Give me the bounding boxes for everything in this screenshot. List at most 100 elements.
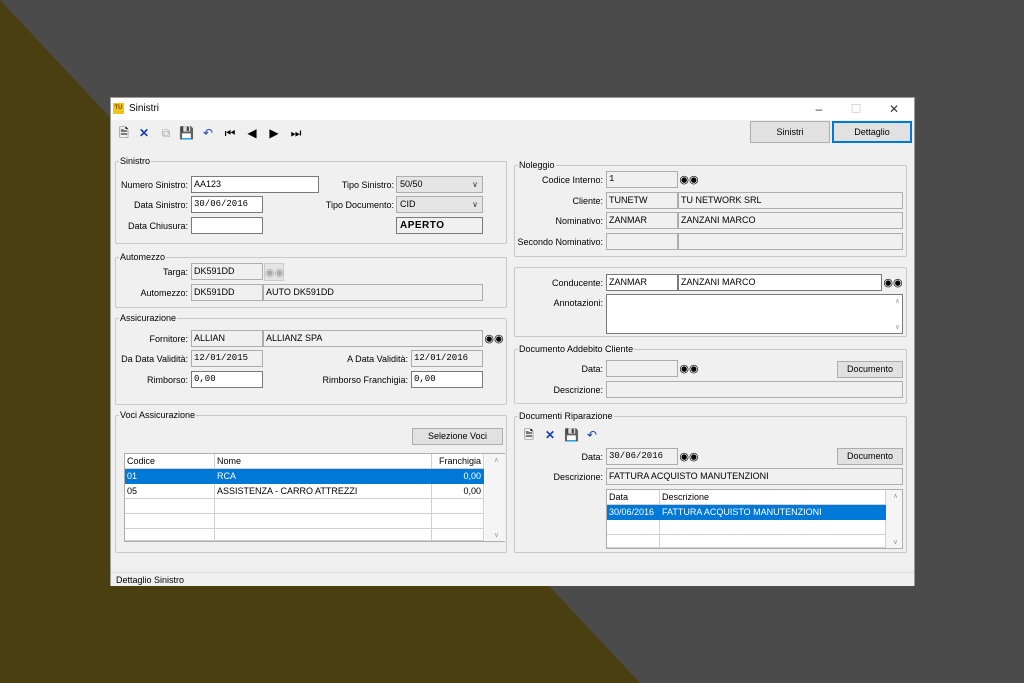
column-header-franchigia[interactable]: Franchigia	[432, 454, 484, 469]
addebito-legend: Documento Addebito Cliente	[519, 344, 634, 354]
da-data-validita-input[interactable]: 12/01/2015	[191, 350, 263, 367]
riparazione-data-input[interactable]: 30/06/2016	[606, 448, 678, 465]
rimborso-franchigia-input[interactable]: 0,00	[411, 371, 483, 388]
targa-input[interactable]: DK591DD	[191, 263, 263, 280]
new-document-icon[interactable]: 🗎	[117, 126, 131, 140]
status-badge: APERTO	[396, 217, 483, 234]
cell-nome: RCA	[215, 469, 432, 484]
table-row[interactable]	[607, 535, 886, 548]
numero-sinistro-input[interactable]: AA123	[191, 176, 319, 193]
fornitore-code[interactable]: ALLIAN	[191, 330, 263, 347]
undo-icon[interactable]: ↶	[201, 126, 215, 140]
column-header-descrizione[interactable]: Descrizione	[660, 490, 886, 505]
conducente-description[interactable]: ZANZANI MARCO	[678, 274, 882, 291]
cliente-description[interactable]: TU NETWORK SRL	[678, 192, 903, 209]
last-record-icon[interactable]: ⏭	[289, 126, 303, 140]
voci-table: Codice Nome Franchigia 01 RCA 0,00 05 AS…	[124, 453, 505, 542]
codice-interno-input[interactable]: 1	[606, 171, 678, 188]
undo-icon[interactable]: ↶	[585, 428, 599, 442]
annotazioni-label: Annotazioni:	[553, 298, 603, 308]
conducente-code[interactable]: ZANMAR	[606, 274, 678, 291]
binoculars-icon[interactable]: ◉◉	[484, 330, 504, 348]
sinistro-legend: Sinistro	[120, 156, 151, 166]
window-title: Sinistri	[129, 103, 160, 114]
delete-icon[interactable]: ✕	[137, 126, 151, 140]
binoculars-icon[interactable]: ◉◉	[883, 274, 903, 292]
cliente-label: Cliente:	[572, 196, 603, 206]
addebito-documento-button[interactable]: Documento	[837, 361, 903, 378]
previous-record-icon[interactable]: ◀	[245, 126, 259, 140]
automezzo-legend: Automezzo	[120, 252, 166, 262]
minimize-button[interactable]: –	[802, 99, 836, 119]
table-row[interactable]	[607, 520, 886, 535]
app-logo-icon: TU	[113, 103, 124, 114]
codice-interno-label: Codice Interno:	[541, 175, 603, 185]
data-sinistro-input[interactable]: 30/06/2016	[191, 196, 263, 213]
secondo-nominativo-code[interactable]	[606, 233, 678, 250]
copy-icon[interactable]: ⧉	[159, 126, 173, 140]
riparazione-documento-button[interactable]: Documento	[837, 448, 903, 465]
secondo-nominativo-description[interactable]	[678, 233, 903, 250]
binoculars-icon[interactable]: ◉◉	[264, 263, 284, 281]
chevron-up-icon: ∧	[493, 457, 499, 464]
save-icon[interactable]: 💾	[564, 428, 579, 442]
new-document-icon[interactable]: 🗎	[522, 428, 536, 442]
tab-sinistri[interactable]: Sinistri	[750, 121, 830, 143]
table-row[interactable]	[125, 514, 484, 529]
chevron-down-icon: ∨	[894, 324, 900, 331]
tab-dettaglio[interactable]: Dettaglio	[832, 121, 912, 143]
automezzo-description[interactable]: AUTO DK591DD	[263, 284, 483, 301]
da-data-validita-label: Da Data Validità:	[121, 354, 188, 364]
addebito-descrizione-input[interactable]	[606, 381, 903, 398]
selezione-voci-button[interactable]: Selezione Voci	[412, 428, 503, 445]
automezzo-label: Automezzo:	[140, 288, 188, 298]
cell-nome: ASSISTENZA - CARRO ATTREZZI	[215, 484, 432, 499]
scrollbar[interactable]: ∧ ∨	[485, 454, 505, 541]
cliente-code[interactable]: TUNETW	[606, 192, 678, 209]
column-header-codice[interactable]: Codice	[125, 454, 215, 469]
riparazione-descrizione-input[interactable]: FATTURA ACQUISTO MANUTENZIONI	[606, 468, 903, 485]
addebito-descrizione-label: Descrizione:	[553, 385, 603, 395]
addebito-data-input[interactable]	[606, 360, 678, 377]
conducente-label: Conducente:	[551, 278, 603, 288]
a-data-validita-input[interactable]: 12/01/2016	[411, 350, 483, 367]
delete-icon[interactable]: ✕	[543, 428, 557, 442]
rimborso-franchigia-label: Rimborso Franchigia:	[322, 375, 408, 385]
tipo-sinistro-label: Tipo Sinistro:	[341, 180, 394, 190]
tipo-documento-select[interactable]: CID ∨	[396, 196, 483, 213]
cell-codice: 01	[125, 469, 215, 484]
nominativo-code[interactable]: ZANMAR	[606, 212, 678, 229]
fornitore-description[interactable]: ALLIANZ SPA	[263, 330, 483, 347]
fornitore-label: Fornitore:	[149, 334, 188, 344]
rimborso-input[interactable]: 0,00	[191, 371, 263, 388]
binoculars-icon[interactable]: ◉◉	[679, 360, 699, 378]
automezzo-code[interactable]: DK591DD	[191, 284, 263, 301]
table-row[interactable]: 05 ASSISTENZA - CARRO ATTREZZI 0,00	[125, 484, 484, 499]
a-data-validita-label: A Data Validità:	[347, 354, 408, 364]
save-icon[interactable]: 💾	[179, 126, 194, 140]
table-row[interactable]: 30/06/2016 FATTURA ACQUISTO MANUTENZIONI	[607, 505, 886, 520]
next-record-icon[interactable]: ▶	[267, 126, 281, 140]
riparazione-data-label: Data:	[581, 452, 603, 462]
table-row[interactable]	[125, 499, 484, 514]
close-button[interactable]: ✕	[877, 99, 911, 119]
data-chiusura-input[interactable]	[191, 217, 263, 234]
annotazioni-textarea[interactable]: ∧ ∨	[606, 294, 903, 334]
binoculars-icon[interactable]: ◉◉	[679, 448, 699, 466]
table-row[interactable]: 01 RCA 0,00	[125, 469, 484, 484]
riparazione-legend: Documenti Riparazione	[519, 411, 613, 421]
cell-descrizione: FATTURA ACQUISTO MANUTENZIONI	[660, 505, 886, 520]
riparazione-table: Data Descrizione 30/06/2016 FATTURA ACQU…	[606, 489, 903, 549]
scrollbar[interactable]: ∧ ∨	[886, 490, 902, 548]
first-record-icon[interactable]: ⏮	[223, 126, 237, 140]
binoculars-icon[interactable]: ◉◉	[679, 171, 699, 189]
chevron-down-icon: ∨	[493, 532, 499, 539]
nominativo-description[interactable]: ZANZANI MARCO	[678, 212, 903, 229]
column-header-data[interactable]: Data	[607, 490, 660, 505]
tipo-sinistro-select[interactable]: 50/50 ∨	[396, 176, 483, 193]
table-row[interactable]	[125, 528, 484, 541]
column-header-nome[interactable]: Nome	[215, 454, 432, 469]
noleggio-legend: Noleggio	[519, 160, 555, 170]
voci-legend: Voci Assicurazione	[120, 410, 196, 420]
maximize-button[interactable]: ☐	[839, 99, 873, 119]
